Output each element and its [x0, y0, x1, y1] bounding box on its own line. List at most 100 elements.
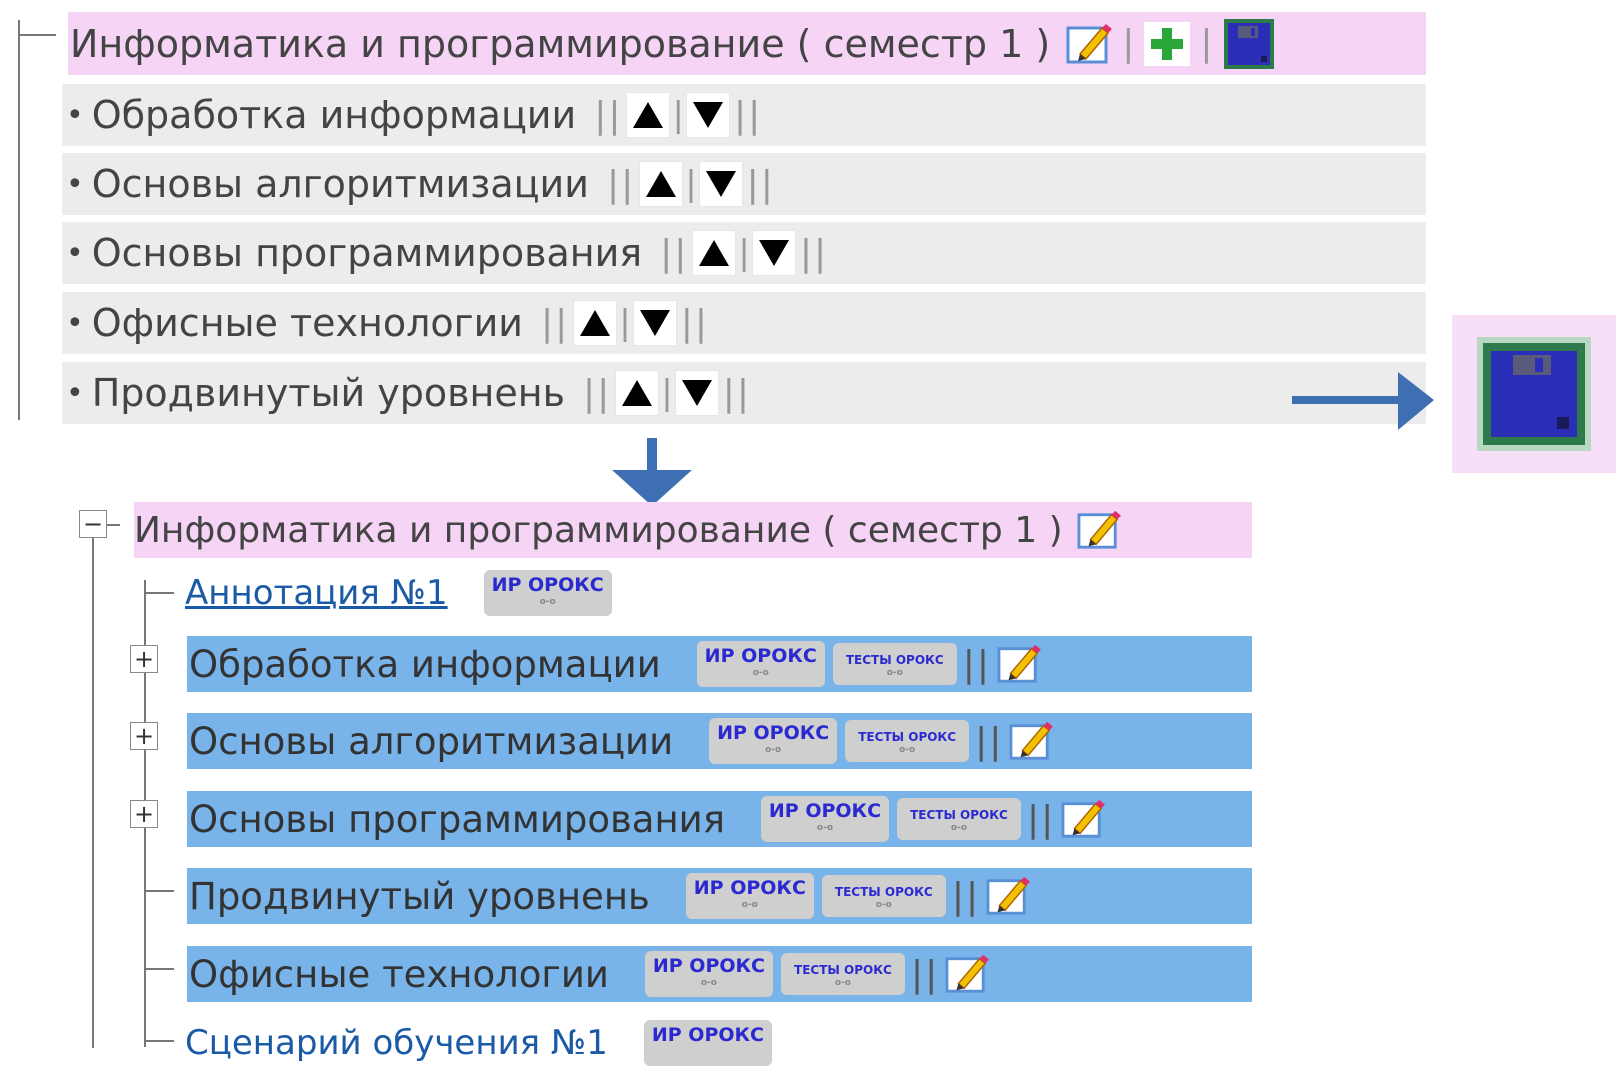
badge-sublabel: о-о [816, 823, 834, 833]
separator-bars: || [951, 875, 981, 917]
list-item: • Офисные технологии || | || [62, 292, 1426, 354]
separator: | [661, 373, 673, 413]
tree-line [92, 528, 94, 1048]
arrow-down-icon [612, 438, 692, 506]
collapse-toggle[interactable]: − [79, 510, 107, 538]
separator-bars: || [962, 643, 992, 685]
list-item: • Основы алгоритмизации || | || [62, 153, 1426, 215]
triangle-down-icon [681, 380, 712, 406]
list-item: Основы алгоритмизации ИР ОРОКС о-о ТЕСТЫ… [187, 713, 1252, 769]
course-header-row: Информатика и программирование ( семестр… [134, 502, 1252, 558]
badge-label: ИР ОРОКС [652, 955, 766, 977]
move-down-button[interactable] [674, 370, 719, 416]
tests-oroks-badge[interactable]: ТЕСТЫ ОРОКС о-о [896, 798, 1021, 840]
triangle-up-icon [699, 240, 730, 266]
move-up-button[interactable] [639, 161, 684, 207]
pencil-edit-icon[interactable] [1061, 798, 1106, 840]
badge-sublabel: о-о [834, 978, 851, 988]
scenario-item: Сценарий обучения №1 ИР ОРОКС [185, 1020, 772, 1066]
separator-bars: || [975, 720, 1004, 762]
item-label: Продвинутый уровнень [91, 371, 565, 415]
tests-oroks-badge[interactable]: ТЕСТЫ ОРОКС о-о [821, 875, 946, 917]
badge-sublabel: о-о [752, 668, 769, 678]
separator-bars: || [1026, 798, 1056, 840]
list-item: Офисные технологии ИР ОРОКС о-о ТЕСТЫ ОР… [187, 946, 1252, 1002]
expand-toggle[interactable]: + [130, 800, 158, 828]
item-label: Основы программирования [91, 231, 643, 275]
badge-label: ИР ОРОКС [651, 1024, 765, 1046]
tests-oroks-badge[interactable]: ТЕСТЫ ОРОКС о-о [845, 720, 970, 762]
item-label: Основы алгоритмизации [189, 719, 674, 763]
move-down-button[interactable] [632, 300, 677, 346]
separator-bars: || [582, 372, 612, 414]
pencil-edit-icon[interactable] [1077, 509, 1121, 551]
item-label: Офисные технологии [189, 952, 609, 996]
badge-sublabel: о-о [539, 597, 556, 607]
move-down-button[interactable] [685, 92, 730, 138]
move-up-button[interactable] [573, 300, 618, 346]
list-item: • Основы программирования || | || [62, 222, 1426, 284]
move-up-button[interactable] [615, 370, 660, 416]
pencil-edit-icon[interactable] [1009, 720, 1054, 762]
move-up-button[interactable] [692, 230, 737, 276]
ir-oroks-badge[interactable]: ИР ОРОКС [643, 1020, 772, 1066]
separator: | [738, 233, 750, 273]
tests-oroks-badge[interactable]: ТЕСТЫ ОРОКС о-о [780, 953, 905, 995]
badge-sublabel: о-о [765, 745, 782, 755]
move-down-button[interactable] [698, 161, 743, 207]
pencil-edit-icon[interactable] [986, 875, 1031, 917]
badge-label: ИР ОРОКС [717, 722, 830, 744]
ir-oroks-badge[interactable]: ИР ОРОКС о-о [709, 718, 838, 764]
separator: | [672, 95, 684, 135]
tests-oroks-badge[interactable]: ТЕСТЫ ОРОКС о-о [832, 643, 957, 685]
pencil-edit-icon[interactable] [945, 953, 990, 995]
item-label: Обработка информации [91, 93, 577, 137]
item-label: Обработка информации [189, 642, 661, 686]
badge-sublabel: о-о [950, 823, 968, 833]
badge-label: ТЕСТЫ ОРОКС [910, 808, 1008, 822]
annotation-link[interactable]: Аннотация №1 [185, 573, 448, 613]
triangle-up-icon [646, 171, 677, 197]
badge-label: ТЕСТЫ ОРОКС [845, 653, 944, 667]
item-label: Основы программирования [189, 797, 725, 841]
ir-oroks-badge[interactable]: ИР ОРОКС о-о [483, 570, 612, 616]
tree-line [18, 34, 56, 36]
move-down-button[interactable] [751, 230, 796, 276]
separator: | [1200, 23, 1213, 64]
triangle-down-icon [758, 240, 789, 266]
bullet: • [66, 97, 84, 133]
move-up-button[interactable] [626, 92, 671, 138]
expand-toggle[interactable]: + [130, 722, 158, 750]
badge-sublabel: о-о [886, 668, 903, 678]
badge-label: ТЕСТЫ ОРОКС [858, 730, 957, 744]
floppy-disk-icon[interactable] [1223, 18, 1275, 70]
tree-line [144, 890, 174, 892]
badge-label: ТЕСТЫ ОРОКС [834, 885, 933, 899]
list-item: • Обработка информации || | || [62, 84, 1426, 146]
separator-bars: || [660, 232, 689, 274]
list-item: • Продвинутый уровнень || | || [62, 362, 1426, 424]
ir-oroks-badge[interactable]: ИР ОРОКС о-о [644, 951, 773, 997]
green-plus-icon[interactable] [1144, 21, 1191, 66]
badge-label: ИР ОРОКС [768, 800, 882, 822]
expand-toggle[interactable]: + [130, 645, 158, 673]
item-label: Продвинутый уровнень [189, 874, 650, 918]
scenario-link[interactable]: Сценарий обучения №1 [185, 1023, 608, 1063]
ir-oroks-badge[interactable]: ИР ОРОКС о-о [696, 641, 825, 687]
triangle-up-icon [580, 310, 611, 336]
pencil-edit-icon[interactable] [997, 643, 1041, 685]
badge-sublabel: о-о [700, 978, 717, 988]
tree-line [144, 1040, 174, 1042]
separator-bars: || [606, 163, 636, 205]
ir-oroks-badge[interactable]: ИР ОРОКС о-о [760, 796, 889, 842]
separator-bars: || [733, 94, 763, 136]
ir-oroks-badge[interactable]: ИР ОРОКС о-о [685, 873, 814, 919]
pencil-edit-icon[interactable] [1066, 22, 1113, 66]
bullet: • [66, 166, 84, 202]
tree-line [18, 20, 20, 420]
badge-sublabel: о-о [899, 745, 916, 755]
floppy-disk-icon [1477, 337, 1591, 451]
badge-sublabel: о-о [875, 900, 892, 910]
triangle-down-icon [692, 102, 723, 128]
course-header-row: Информатика и программирование ( семестр… [68, 12, 1426, 75]
